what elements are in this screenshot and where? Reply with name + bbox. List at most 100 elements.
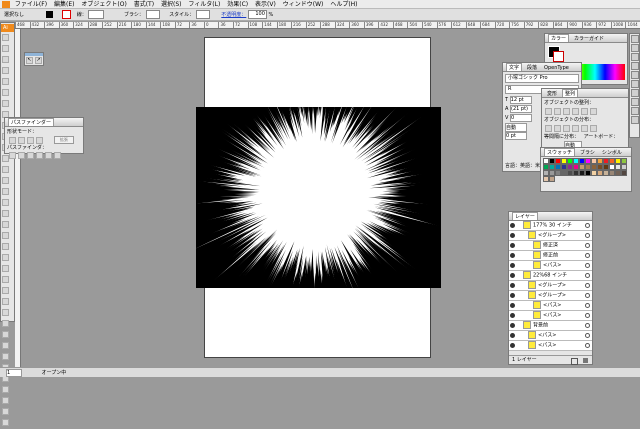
intersect-icon[interactable] bbox=[27, 137, 34, 144]
horizontal-ruler[interactable]: 468 432 396 360 324 288 252 216 180 144 108 72 36 0 36… bbox=[15, 22, 640, 29]
speed-lines-burst[interactable] bbox=[196, 107, 441, 288]
tab-paragraph[interactable]: 段落 bbox=[525, 64, 539, 71]
screen-mode-icon[interactable] bbox=[2, 419, 9, 426]
appearance-panel-icon[interactable] bbox=[631, 98, 639, 106]
target-circle-icon[interactable] bbox=[585, 303, 590, 308]
target-circle-icon[interactable] bbox=[585, 323, 590, 328]
visibility-eye-icon[interactable] bbox=[510, 283, 515, 288]
gradient-mode-icon[interactable] bbox=[2, 397, 9, 404]
layer-row[interactable]: 177% 30 インチ bbox=[509, 221, 592, 231]
brush-dropdown[interactable] bbox=[145, 10, 160, 19]
tab-transform[interactable]: 変形 bbox=[545, 90, 559, 97]
target-circle-icon[interactable] bbox=[585, 233, 590, 238]
pen-tool-icon[interactable] bbox=[2, 78, 9, 85]
symbol-panel-icon[interactable] bbox=[631, 62, 639, 70]
kerning-field[interactable]: 自動 bbox=[505, 123, 527, 132]
exclude-icon[interactable] bbox=[36, 137, 43, 144]
direct-selection-tool-icon[interactable] bbox=[2, 45, 9, 52]
rotate-tool-icon[interactable] bbox=[2, 166, 9, 173]
teaoff-titlebar[interactable] bbox=[25, 53, 43, 56]
tab-layers[interactable]: レイヤー bbox=[512, 212, 538, 220]
color-swatch[interactable] bbox=[621, 170, 627, 176]
direct-selection-tool-icon[interactable]: ↗ bbox=[35, 57, 42, 64]
stroke-none-indicator[interactable] bbox=[553, 51, 564, 62]
zoom-field[interactable]: 1 bbox=[6, 369, 22, 377]
layers-panel-icon[interactable] bbox=[631, 116, 639, 124]
visibility-eye-icon[interactable] bbox=[510, 343, 515, 348]
gradient-tool-icon[interactable] bbox=[2, 243, 9, 250]
tab-symbols[interactable]: シンボル bbox=[600, 149, 624, 156]
layer-row[interactable]: 22%68 インチ bbox=[509, 271, 592, 281]
tab-align[interactable]: 整列 bbox=[562, 89, 579, 97]
zoom-tool-icon[interactable] bbox=[2, 342, 9, 349]
brush-panel-icon[interactable] bbox=[631, 53, 639, 61]
menu-type[interactable]: 書式(T) bbox=[134, 1, 154, 8]
align-right-icon[interactable] bbox=[563, 108, 570, 115]
align-vcenter-icon[interactable] bbox=[581, 108, 588, 115]
delete-layer-icon[interactable] bbox=[583, 358, 588, 363]
layer-row[interactable]: <パス> bbox=[509, 331, 592, 341]
new-layer-icon[interactable] bbox=[571, 358, 578, 365]
menu-help[interactable]: ヘルプ(H) bbox=[330, 1, 357, 8]
layer-row[interactable]: <グループ> bbox=[509, 231, 592, 241]
type-tool-icon[interactable] bbox=[2, 89, 9, 96]
target-circle-icon[interactable] bbox=[585, 313, 590, 318]
eyedropper-tool-icon[interactable] bbox=[2, 254, 9, 261]
distribute-vcenter-icon[interactable] bbox=[554, 125, 561, 132]
color-mode-icon[interactable] bbox=[2, 386, 9, 393]
color-swatch[interactable] bbox=[549, 176, 555, 182]
visibility-eye-icon[interactable] bbox=[510, 263, 515, 268]
expand-button[interactable]: 拡張 bbox=[53, 136, 74, 144]
target-circle-icon[interactable] bbox=[585, 333, 590, 338]
style-dropdown[interactable] bbox=[195, 10, 210, 19]
target-circle-icon[interactable] bbox=[585, 293, 590, 298]
stroke-panel-icon[interactable] bbox=[631, 71, 639, 79]
layer-row[interactable]: 修正済 bbox=[509, 241, 592, 251]
layer-row[interactable]: 背景前 bbox=[509, 321, 592, 331]
minus-front-icon[interactable] bbox=[18, 137, 25, 144]
lasso-tool-icon[interactable] bbox=[2, 67, 9, 74]
tab-color-guide[interactable]: カラーガイド bbox=[572, 35, 606, 42]
outline-icon[interactable] bbox=[45, 152, 52, 159]
tab-swatches[interactable]: スウォッチ bbox=[544, 148, 576, 156]
target-circle-icon[interactable] bbox=[585, 253, 590, 258]
visibility-eye-icon[interactable] bbox=[510, 293, 515, 298]
line-tool-icon[interactable] bbox=[2, 100, 9, 107]
slice-tool-icon[interactable] bbox=[2, 309, 9, 316]
warp-tool-icon[interactable] bbox=[2, 188, 9, 195]
layer-row[interactable]: <パス> bbox=[509, 311, 592, 321]
live-paint-tool-icon[interactable] bbox=[2, 276, 9, 283]
target-circle-icon[interactable] bbox=[585, 273, 590, 278]
vertical-ruler[interactable] bbox=[15, 29, 21, 367]
target-circle-icon[interactable] bbox=[585, 263, 590, 268]
trim-icon[interactable] bbox=[18, 152, 25, 159]
tab-character[interactable]: 文字 bbox=[506, 63, 523, 71]
pathfinder-title[interactable]: パスファインダー bbox=[5, 118, 83, 127]
mesh-tool-icon[interactable] bbox=[2, 232, 9, 239]
visibility-eye-icon[interactable] bbox=[510, 243, 515, 248]
target-circle-icon[interactable] bbox=[585, 223, 590, 228]
column-graph-tool-icon[interactable] bbox=[2, 221, 9, 228]
layer-row[interactable]: <パス> bbox=[509, 301, 592, 311]
menu-object[interactable]: オブジェクト(O) bbox=[81, 1, 126, 8]
layer-row[interactable]: <パス> bbox=[509, 341, 592, 351]
tab-color[interactable]: カラー bbox=[548, 34, 570, 42]
visibility-eye-icon[interactable] bbox=[510, 303, 515, 308]
font-family-select[interactable]: 小塚ゴシック Pro bbox=[505, 74, 579, 83]
menu-filter[interactable]: フィルタ(L) bbox=[188, 1, 220, 8]
transparency-panel-icon[interactable] bbox=[631, 89, 639, 97]
opacity-field[interactable]: 100 bbox=[247, 10, 267, 19]
graphic-styles-panel-icon[interactable] bbox=[631, 107, 639, 115]
stroke-weight-field[interactable] bbox=[88, 10, 105, 19]
layer-row[interactable]: <パス> bbox=[509, 261, 592, 271]
visibility-eye-icon[interactable] bbox=[510, 313, 515, 318]
crop-area-tool-icon[interactable] bbox=[2, 298, 9, 305]
minus-back-icon[interactable] bbox=[54, 152, 61, 159]
tab-brushes[interactable]: ブラシ bbox=[578, 149, 597, 156]
distribute-top-icon[interactable] bbox=[545, 125, 552, 132]
fill-swatch[interactable] bbox=[45, 11, 53, 18]
selection-tool-icon[interactable]: ↖ bbox=[26, 57, 33, 64]
menu-file[interactable]: ファイル(F) bbox=[15, 1, 47, 8]
distribute-left-icon[interactable] bbox=[572, 125, 579, 132]
magic-wand-tool-icon[interactable] bbox=[2, 56, 9, 63]
